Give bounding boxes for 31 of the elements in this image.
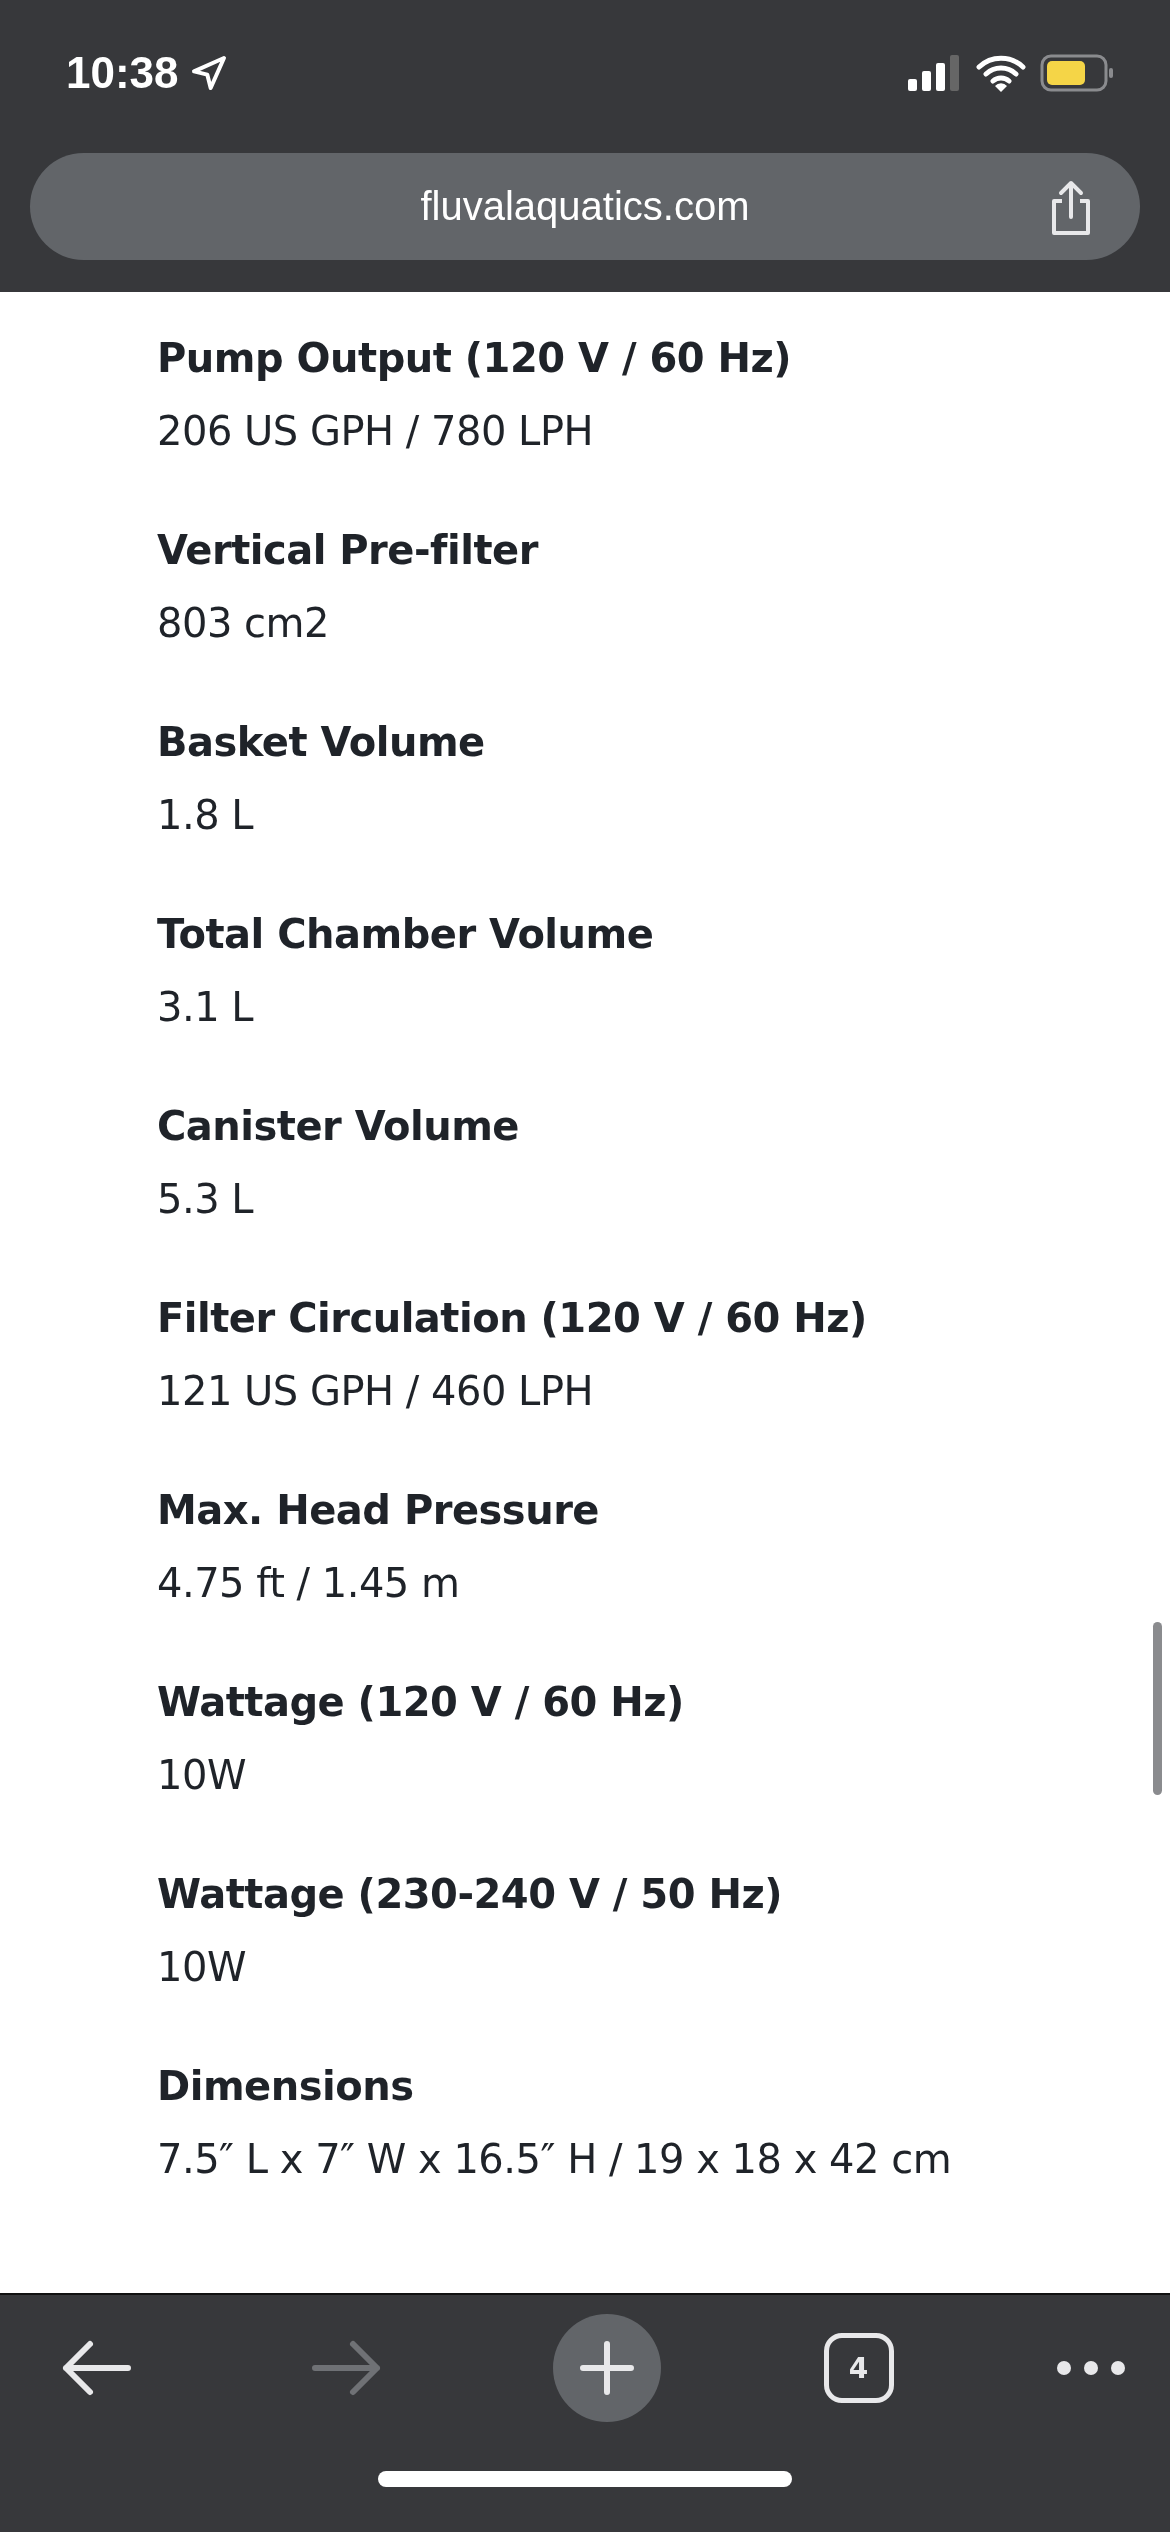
battery-icon — [1040, 53, 1114, 92]
spec-value: 803 cm2 — [157, 599, 329, 648]
spec-label: Filter Circulation (120 V / 60 Hz) — [157, 1294, 867, 1343]
spec-label: Dimensions — [157, 2062, 414, 2111]
wifi-icon — [976, 53, 1026, 92]
spec-value: 10W — [157, 1943, 246, 1992]
forward-arrow-icon — [310, 2338, 383, 2398]
url-text: fluvalaquatics.com — [420, 184, 750, 229]
signal-icon — [908, 54, 962, 91]
spec-value: 3.1 L — [157, 983, 254, 1032]
spec-value: 206 US GPH / 780 LPH — [157, 407, 594, 456]
spec-label: Vertical Pre-filter — [157, 526, 538, 575]
spec-label: Canister Volume — [157, 1102, 519, 1151]
spec-label: Basket Volume — [157, 718, 485, 767]
spec-label: Total Chamber Volume — [157, 910, 654, 959]
spec-label: Wattage (120 V / 60 Hz) — [157, 1678, 684, 1727]
tabs-button[interactable]: 4 — [823, 2333, 894, 2403]
plus-icon — [579, 2340, 635, 2396]
address-bar[interactable]: fluvalaquatics.com — [30, 153, 1140, 260]
spec-value: 7.5″ L x 7″ W x 16.5″ H / 19 x 18 x 42 cm — [157, 2135, 952, 2184]
spec-label: Pump Output (120 V / 60 Hz) — [157, 334, 792, 383]
spec-value: 121 US GPH / 460 LPH — [157, 1367, 594, 1416]
spec-label: Max. Head Pressure — [157, 1486, 599, 1535]
spec-label: Wattage (230-240 V / 50 Hz) — [157, 1870, 782, 1919]
more-icon[interactable] — [1056, 2360, 1126, 2376]
spec-value: 5.3 L — [157, 1175, 254, 1224]
spec-value: 4.75 ft / 1.45 m — [157, 1559, 460, 1608]
spec-value: 10W — [157, 1751, 246, 1800]
clock-time: 10:38 — [66, 47, 179, 98]
back-arrow-icon — [60, 2338, 132, 2398]
spec-value: 1.8 L — [157, 791, 254, 840]
